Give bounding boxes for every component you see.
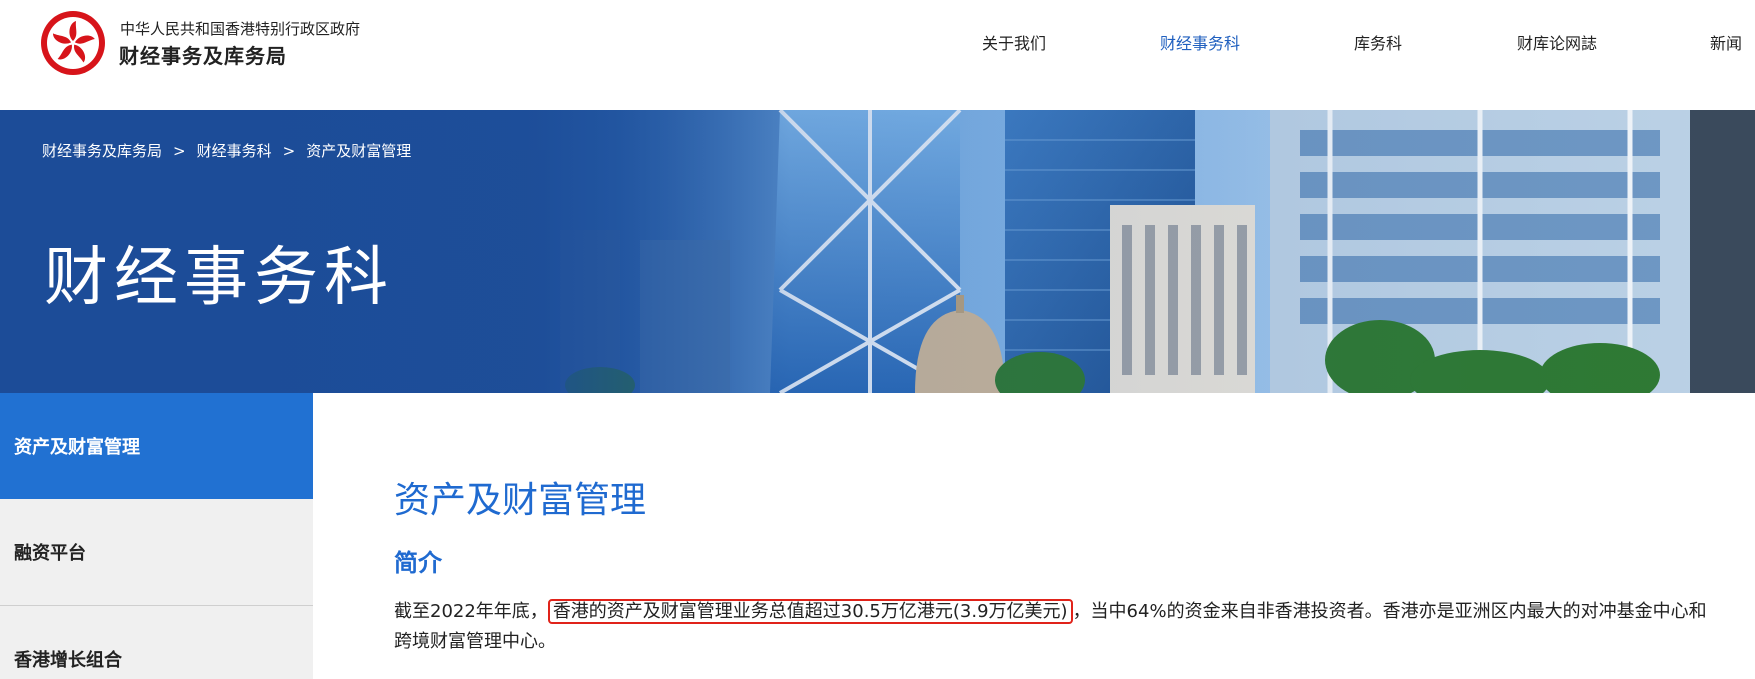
breadcrumb-separator: > — [173, 142, 186, 160]
breadcrumb-item-division[interactable]: 财经事务科 — [197, 140, 272, 161]
nav-about-us[interactable]: 关于我们 — [982, 30, 1046, 54]
breadcrumb-item-current: 资产及财富管理 — [306, 142, 412, 160]
bauhinia-emblem-icon[interactable] — [40, 10, 106, 76]
nav-blog[interactable]: 财库论网誌 — [1517, 30, 1597, 54]
sidebar-item-growth-portfolio[interactable]: 香港增长组合 — [0, 606, 313, 679]
sidebar-item-label: 融资平台 — [14, 543, 86, 564]
intro-paragraph: 截至2022年年底， 香港的资产及财富管理业务总值超过30.5万亿港元(3.9万亿… — [394, 597, 1719, 657]
breadcrumb-separator: > — [282, 142, 296, 160]
page-title: 资产及财富管理 — [394, 480, 647, 521]
section-heading: 简介 — [394, 549, 442, 577]
sidebar-item-label: 香港增长组合 — [14, 650, 122, 671]
main-content: 资产及财富管理 简介 截至2022年年底， 香港的资产及财富管理业务总值超过30.… — [313, 393, 1755, 679]
breadcrumb-item-bureau[interactable]: 财经事务及库务局 — [42, 140, 162, 161]
sidebar-item-label: 资产及财富管理 — [14, 437, 140, 458]
para-text-before: 截至2022年年底， — [394, 601, 548, 622]
org-name-line2[interactable]: 财经事务及库务局 — [119, 40, 287, 69]
nav-treasury[interactable]: 库务科 — [1354, 30, 1402, 54]
hero-banner: 财经事务及库务局 > 财经事务科 > 资产及财富管理 财经事务科 — [0, 110, 1755, 393]
banner-title: 财经事务科 — [44, 241, 394, 315]
nav-financial-services[interactable]: 财经事务科 — [1160, 30, 1240, 54]
site-header: 中华人民共和国香港特别行政区政府 财经事务及库务局 关于我们 财经事务科 库务科… — [0, 0, 1755, 110]
sidebar-item-financing-platform[interactable]: 融资平台 — [0, 499, 313, 605]
breadcrumb: 财经事务及库务局 > 财经事务科 > 资产及财富管理 — [42, 140, 411, 161]
sidebar-nav: 资产及财富管理 融资平台 香港增长组合 — [0, 393, 313, 679]
nav-news[interactable]: 新闻 — [1710, 30, 1742, 54]
highlighted-text: 香港的资产及财富管理业务总值超过30.5万亿港元(3.9万亿美元) — [547, 599, 1073, 624]
org-name-line1: 中华人民共和国香港特别行政区政府 — [120, 20, 361, 38]
sidebar-item-asset-wealth-management[interactable]: 资产及财富管理 — [0, 393, 313, 499]
